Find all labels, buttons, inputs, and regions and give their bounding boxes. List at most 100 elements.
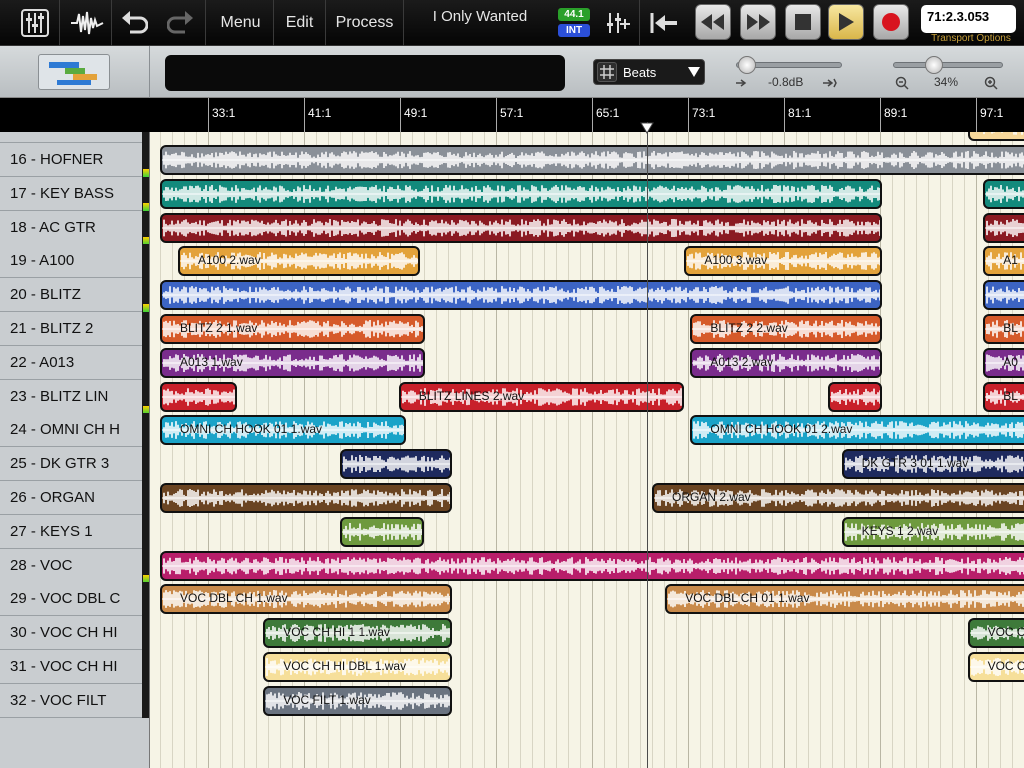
snap-selector[interactable]: Beats: [593, 59, 705, 85]
track-level-meter: [142, 514, 149, 549]
return-to-zero-icon[interactable]: [643, 0, 685, 46]
sync-source-badge[interactable]: INT: [558, 24, 590, 37]
audio-clip[interactable]: [160, 280, 883, 311]
redo-icon[interactable]: [156, 0, 206, 46]
undo-icon[interactable]: [114, 0, 154, 46]
track-level-meter: [142, 176, 149, 211]
audio-clip[interactable]: VOC CH HI: [967, 618, 1024, 649]
stop-icon[interactable]: [785, 4, 821, 40]
track-name: 28 - VOC: [10, 556, 73, 574]
audio-clip[interactable]: [340, 516, 424, 547]
audio-clip[interactable]: [160, 381, 237, 412]
audio-clip[interactable]: [983, 280, 1024, 311]
track-header[interactable]: 17 - KEY BASS: [0, 176, 149, 211]
clip-waveform: [985, 286, 1024, 304]
track-header[interactable]: 31 - VOC CH HI: [0, 650, 149, 684]
ruler-label: 65:1: [596, 106, 620, 120]
audio-clip[interactable]: [160, 212, 883, 243]
audio-clip[interactable]: A1: [983, 246, 1024, 277]
fast-forward-icon[interactable]: [740, 4, 776, 40]
audio-clip[interactable]: [983, 212, 1024, 243]
arrange-overview-icon[interactable]: [38, 54, 110, 90]
track-header[interactable]: 28 - VOC: [0, 548, 149, 583]
track-header[interactable]: 32 - VOC FILT: [0, 683, 149, 718]
track-header[interactable]: 26 - ORGAN: [0, 481, 149, 515]
edit-menu-button[interactable]: Edit: [274, 0, 326, 46]
audio-clip[interactable]: BLITZ 2 2.wav: [690, 314, 883, 344]
menu-button[interactable]: Menu: [208, 0, 274, 46]
track-list: 15 - SWELL 16 - HOFNER 17 - KEY BASS 18 - A…: [0, 132, 150, 768]
track-header[interactable]: 16 - HOFNER: [0, 143, 149, 177]
audio-clip[interactable]: OMNI CH HOOK 01 1.wav: [160, 415, 406, 446]
mixer-icon[interactable]: [10, 0, 60, 46]
track-header[interactable]: 22 - A013: [0, 345, 149, 380]
zoom-in-icon[interactable]: [984, 76, 998, 90]
clip-name: OMNI CH HOOK 01 1.wav: [180, 422, 323, 437]
rewind-icon[interactable]: [695, 4, 731, 40]
record-icon[interactable]: [873, 4, 909, 40]
track-header[interactable]: 23 - BLITZ LIN: [0, 379, 149, 414]
timeline-ruler[interactable]: 33:1 41:1 49:1 57:1 65:1 73:1 81:1 89:1 97:1: [150, 98, 1024, 132]
audio-clip[interactable]: [967, 132, 1024, 141]
ruler-tick: [880, 98, 881, 132]
track-header[interactable]: 24 - OMNI CH H: [0, 413, 149, 448]
audio-clip[interactable]: VOC CH HI 1 1.wav: [263, 618, 452, 649]
track-header[interactable]: 30 - VOC CH HI: [0, 616, 149, 651]
track-header[interactable]: 19 - A100: [0, 244, 149, 279]
audio-clip[interactable]: [983, 178, 1024, 209]
audio-clip[interactable]: VOC DBL CH 01 1.wav: [665, 584, 1024, 615]
volume-slider-knob[interactable]: [738, 56, 756, 74]
audio-clip[interactable]: [160, 550, 1024, 581]
track-header[interactable]: 18 - AC GTR: [0, 210, 149, 245]
track-header[interactable]: 15 - SWELL: [0, 132, 149, 143]
track-name: 31 - VOC CH HI: [10, 658, 118, 675]
playhead-marker-icon[interactable]: [640, 122, 654, 134]
zoom-slider[interactable]: [893, 62, 1003, 68]
audio-clip[interactable]: VOC CH HI DBL 1.wav: [263, 652, 452, 682]
audio-clip[interactable]: KEYS 1 2.wav: [841, 516, 1024, 547]
audio-clip[interactable]: A100 2.wav: [178, 246, 421, 277]
zoom-out-icon[interactable]: [895, 76, 909, 90]
audio-clip[interactable]: [160, 178, 883, 209]
audio-clip[interactable]: [340, 449, 452, 480]
track-name: 23 - BLITZ LIN: [10, 387, 109, 405]
track-header[interactable]: 20 - BLITZ: [0, 278, 149, 313]
audio-clip[interactable]: BLITZ 2 1.wav: [160, 314, 426, 344]
track-name: 15 - SWELL: [10, 132, 91, 134]
ruler-tick: [496, 98, 497, 132]
audio-clip[interactable]: VOC CH HI: [967, 652, 1024, 682]
add-track-icon[interactable]: [598, 0, 640, 46]
snap-grid-icon[interactable]: [597, 62, 617, 82]
track-header[interactable]: 25 - DK GTR 3: [0, 447, 149, 482]
audio-clip[interactable]: A100 3.wav: [684, 246, 883, 277]
audio-clip[interactable]: A013 2.wav: [690, 347, 883, 378]
track-header[interactable]: 29 - VOC DBL C: [0, 582, 149, 617]
audio-clip[interactable]: [160, 145, 1024, 175]
track-level-meter: [142, 345, 149, 380]
track-header[interactable]: 27 - KEYS 1: [0, 514, 149, 549]
audio-clip[interactable]: ORGAN 2.wav: [652, 483, 1024, 513]
audio-clip[interactable]: VOC FILT 1.wav: [263, 685, 452, 716]
ruler-label: 97:1: [980, 106, 1004, 120]
playhead-line[interactable]: [647, 122, 648, 768]
audio-clip[interactable]: A0: [983, 347, 1024, 378]
audio-clip[interactable]: OMNI CH HOOK 01 2.wav: [690, 415, 1024, 446]
waveform-edit-icon[interactable]: [62, 0, 112, 46]
zoom-slider-knob[interactable]: [925, 56, 943, 74]
daw-window: Menu Edit Process I Only Wanted 44.1 INT…: [0, 0, 1024, 768]
audio-clip[interactable]: [160, 483, 452, 513]
audio-clip[interactable]: BL: [983, 314, 1024, 344]
audio-clip[interactable]: A013 1.wav: [160, 347, 426, 378]
audio-clip[interactable]: BLITZ LINES 2.wav: [398, 381, 685, 412]
play-icon[interactable]: [828, 4, 864, 40]
time-display[interactable]: 71:2.3.053: [921, 5, 1016, 33]
audio-clip[interactable]: DK GTR 3 01 1.wav: [841, 449, 1024, 480]
arrange-timeline[interactable]: A100 2.wav A100 3.wav A1 BLITZ 2 1.wav BLITZ…: [150, 132, 1024, 768]
track-level-meter: [142, 143, 149, 177]
audio-clip[interactable]: [828, 381, 883, 412]
track-header[interactable]: 21 - BLITZ 2: [0, 312, 149, 346]
process-menu-button[interactable]: Process: [326, 0, 404, 46]
audio-clip[interactable]: BL: [983, 381, 1024, 412]
audio-clip[interactable]: VOC DBL CH 1.wav: [160, 584, 452, 615]
transport-options-link[interactable]: Transport Options: [921, 33, 1021, 44]
